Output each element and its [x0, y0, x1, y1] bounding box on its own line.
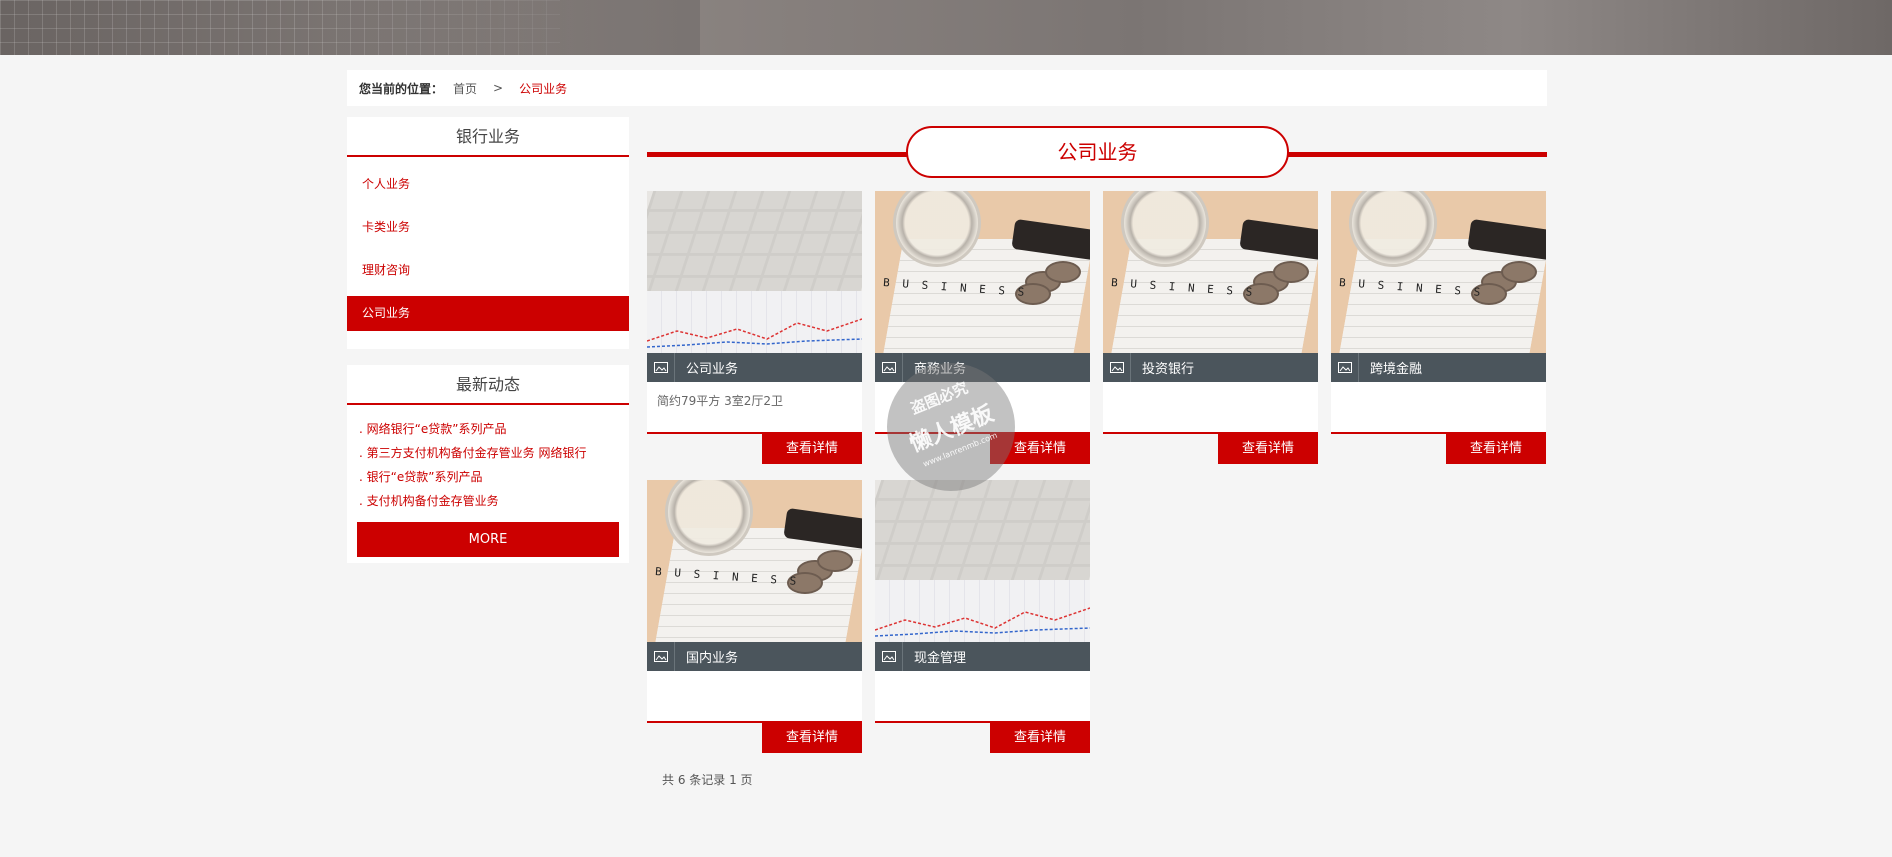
- card-description: [647, 671, 862, 722]
- view-details-button[interactable]: 查看详情: [762, 723, 862, 753]
- news-item[interactable]: . 支付机构备付金存管业务: [359, 489, 629, 513]
- news-item[interactable]: . 银行“e贷款”系列产品: [359, 465, 629, 489]
- image-icon: [1103, 353, 1131, 382]
- product-card[interactable]: 公司业务 简约79平方 3室2厅2卫 查看详情: [647, 191, 862, 476]
- breadcrumb-label: 您当前的位置：: [359, 81, 444, 96]
- breadcrumb-home-link[interactable]: 首页: [453, 80, 477, 97]
- card-image[interactable]: [647, 191, 862, 353]
- card-caption: 跨境金融: [1331, 353, 1546, 382]
- card-title: 公司业务: [686, 362, 739, 377]
- banner-fade: [300, 0, 700, 55]
- card-image[interactable]: B U S I N E S S: [647, 480, 862, 642]
- image-icon: [1331, 353, 1359, 382]
- image-icon: [875, 353, 903, 382]
- sidebar-item-personal[interactable]: 个人业务: [347, 167, 629, 202]
- card-image[interactable]: B U S I N E S S: [1103, 191, 1318, 353]
- image-icon: [647, 642, 675, 671]
- view-details-button[interactable]: 查看详情: [1218, 434, 1318, 464]
- sidebar-news: 最新动态 . 网络银行“e贷款”系列产品 . 第三方支付机构备付金存管业务 网络…: [347, 365, 629, 563]
- header-banner: [0, 0, 1892, 55]
- card-title: 投资银行: [1142, 362, 1195, 377]
- more-button[interactable]: MORE: [357, 522, 619, 557]
- card-caption: 投资银行: [1103, 353, 1318, 382]
- pagination-info: 共 6 条记录 1 页: [662, 773, 753, 787]
- sidebar-item-wealth[interactable]: 理财咨询: [347, 253, 629, 288]
- product-card[interactable]: B U S I N E S S 跨境金融 查看详情: [1331, 191, 1546, 476]
- card-description: [875, 671, 1090, 722]
- card-caption: 现金管理: [875, 642, 1090, 671]
- view-details-button[interactable]: 查看详情: [990, 723, 1090, 753]
- view-details-button[interactable]: 查看详情: [1446, 434, 1546, 464]
- card-image[interactable]: B U S I N E S S: [875, 191, 1090, 353]
- section-title: 公司业务: [906, 126, 1289, 178]
- sidebar-item-corporate[interactable]: 公司业务: [347, 296, 629, 331]
- view-details-button[interactable]: 查看详情: [762, 434, 862, 464]
- image-icon: [875, 642, 903, 671]
- sidebar-menu: 银行业务 个人业务 卡类业务 理财咨询 公司业务: [347, 117, 629, 349]
- card-image[interactable]: B U S I N E S S: [1331, 191, 1546, 353]
- card-description: [1331, 382, 1546, 433]
- card-title: 跨境金融: [1370, 362, 1423, 377]
- sidebar-item-card[interactable]: 卡类业务: [347, 210, 629, 245]
- news-item[interactable]: . 网络银行“e贷款”系列产品: [359, 417, 629, 441]
- card-caption: 公司业务: [647, 353, 862, 382]
- product-card[interactable]: B U S I N E S S 国内业务 查看详情: [647, 480, 862, 765]
- card-description: [1103, 382, 1318, 433]
- card-caption: 国内业务: [647, 642, 862, 671]
- sidebar-news-title: 最新动态: [347, 365, 629, 405]
- breadcrumb-current[interactable]: 公司业务: [519, 80, 567, 97]
- card-description: 简约79平方 3室2厅2卫: [647, 382, 862, 433]
- card-title: 国内业务: [686, 651, 739, 666]
- sidebar-menu-title: 银行业务: [347, 117, 629, 157]
- card-image[interactable]: [875, 480, 1090, 642]
- product-card[interactable]: B U S I N E S S 投资银行 查看详情: [1103, 191, 1318, 476]
- card-title: 现金管理: [914, 651, 967, 666]
- breadcrumb-separator: >: [493, 81, 504, 95]
- news-item[interactable]: . 第三方支付机构备付金存管业务 网络银行: [359, 441, 629, 465]
- image-icon: [647, 353, 675, 382]
- breadcrumb: 您当前的位置： 首页 > 公司业务: [347, 70, 1547, 106]
- product-card[interactable]: 现金管理 查看详情: [875, 480, 1090, 765]
